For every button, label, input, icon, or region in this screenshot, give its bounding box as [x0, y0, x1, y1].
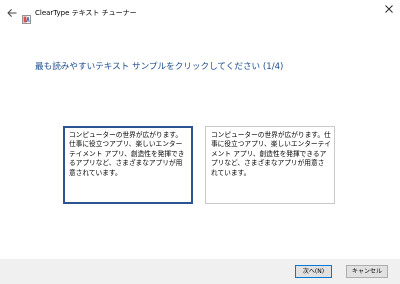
back-button[interactable]: [4, 5, 20, 21]
text-sample-1[interactable]: コンピューターの世界が広がります。仕事に役立つアプリ、楽しいエンターテイメント …: [63, 126, 193, 204]
cancel-button[interactable]: キャンセル: [346, 265, 388, 278]
next-button[interactable]: 次へ(N): [295, 265, 332, 278]
close-icon: [385, 5, 393, 13]
arrow-left-icon: [7, 9, 17, 17]
title-bar: ClearType テキスト チューナー: [0, 0, 400, 26]
text-sample-2[interactable]: コンピューターの世界が広がります。仕事に役立つアプリ、楽しいエンターテイメント …: [205, 126, 335, 204]
footer-bar: [0, 259, 400, 284]
sample-text: コンピューターの世界が広がります。仕事に役立つアプリ、楽しいエンターテイメント …: [211, 131, 331, 177]
close-button[interactable]: [378, 0, 400, 20]
window-title: ClearType テキスト チューナー: [35, 9, 137, 17]
sample-text: コンピューターの世界が広がります。仕事に役立つアプリ、楽しいエンターテイメント …: [69, 131, 185, 177]
page-heading: 最も読みやすいテキスト サンプルをクリックしてください (1/4): [35, 62, 284, 72]
cleartype-app-icon: [22, 9, 31, 24]
